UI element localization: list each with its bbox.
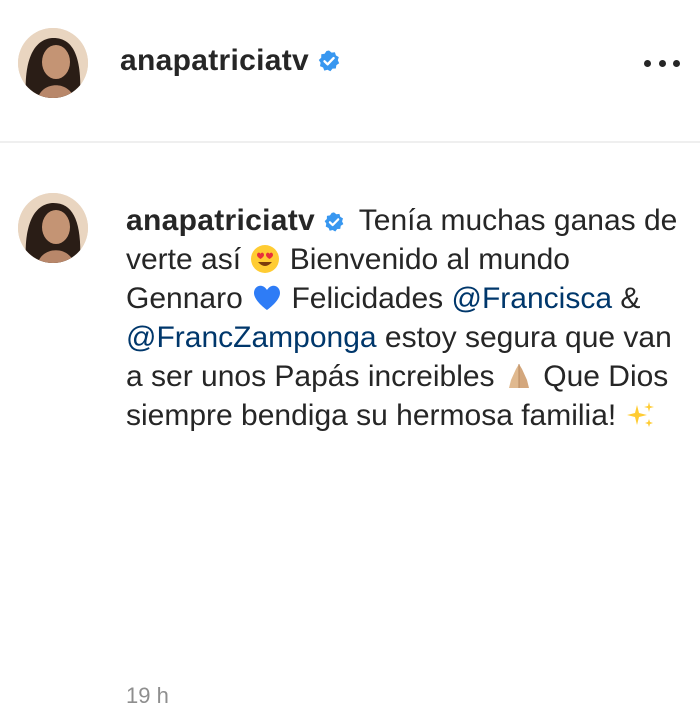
dot <box>673 59 680 67</box>
sparkles-emoji-icon <box>626 402 654 427</box>
comment-username[interactable]: anapatriciatv <box>126 204 315 237</box>
mention-link[interactable]: @Francisca <box>452 282 613 315</box>
more-options-icon[interactable] <box>644 48 680 78</box>
folded-hands-emoji-icon <box>508 364 529 388</box>
profile-avatar[interactable] <box>18 28 88 98</box>
comment-text-part: & <box>620 282 641 315</box>
comment-timestamp[interactable]: 19 h <box>126 683 169 709</box>
dot <box>658 59 666 67</box>
profile-photo-icon <box>18 193 88 263</box>
blue-heart-emoji-icon <box>254 285 281 310</box>
profile-photo-icon <box>18 28 88 98</box>
mention-link[interactable]: @FrancZamponga <box>126 321 377 354</box>
comment-avatar[interactable] <box>18 193 88 263</box>
comment-text: anapatriciatv Tenía muchas ganas de vert… <box>126 201 686 435</box>
verified-badge-icon <box>324 212 344 232</box>
heart-eyes-emoji-icon <box>251 245 280 273</box>
comment-text-part: Felicidades <box>291 282 444 315</box>
header-username[interactable]: anapatriciatv <box>120 44 341 78</box>
verified-badge-icon <box>318 50 340 72</box>
dot <box>644 59 651 67</box>
post-header: anapatriciatv <box>0 0 700 143</box>
